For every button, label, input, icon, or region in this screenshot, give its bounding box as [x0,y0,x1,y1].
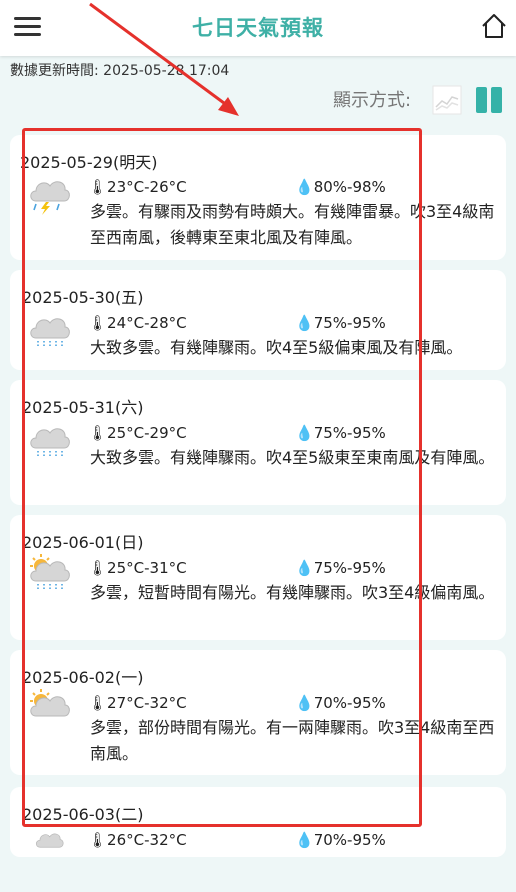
arrow-annotation [89,2,239,116]
highlight-box [22,128,422,827]
humidity: 💧70%-95% [295,831,386,849]
temperature: 🌡26°C-32°C [88,831,187,849]
thunderstorm-icon [26,825,72,857]
